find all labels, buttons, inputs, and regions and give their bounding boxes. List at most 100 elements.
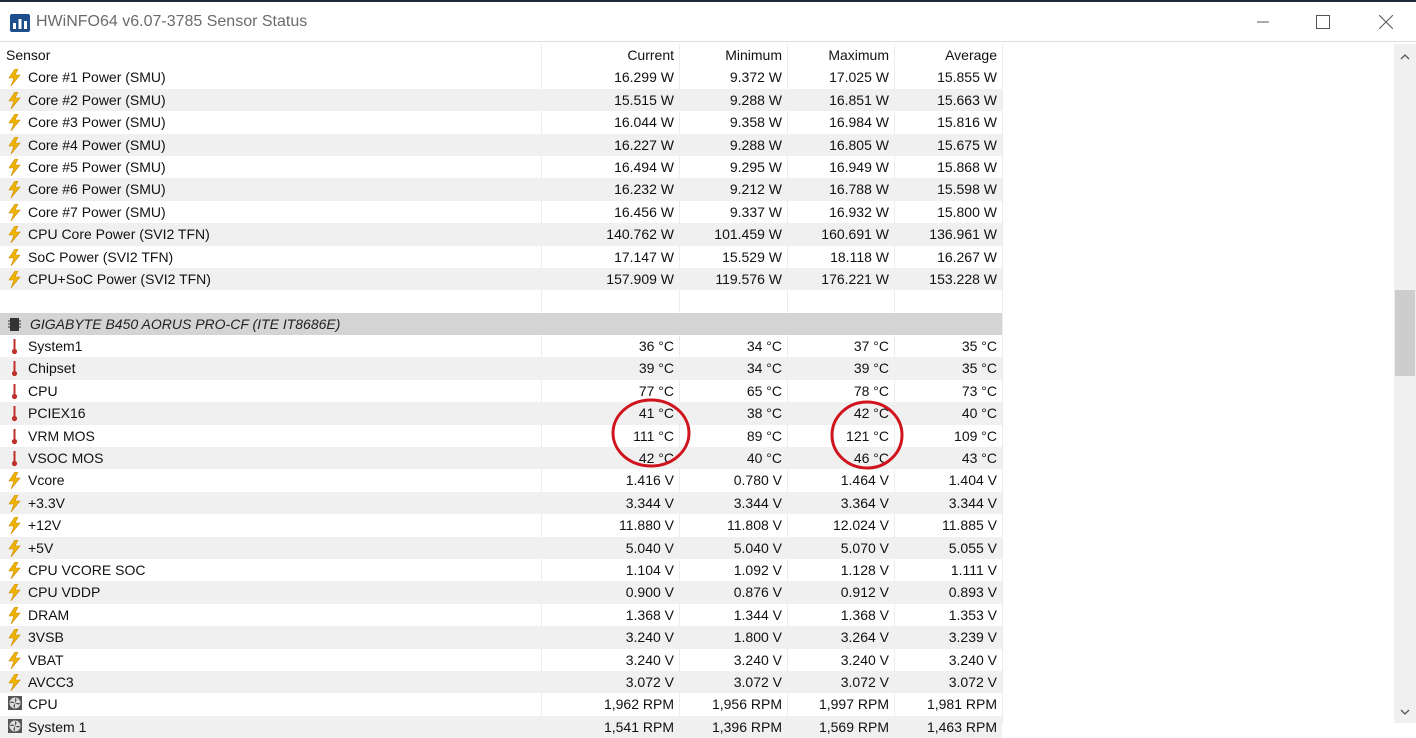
title-bar: HWiNFO64 v6.07-3785 Sensor Status [0, 0, 1416, 42]
minimum-value: 1,956 RPM [711, 696, 782, 713]
maximum-value: 3.072 V [840, 673, 889, 690]
table-row[interactable] [0, 290, 1002, 312]
minimum-value: 34 °C [746, 360, 782, 377]
current-value: 5.040 V [625, 539, 674, 556]
average-value: 40 °C [961, 405, 997, 422]
maximum-value: 1.464 V [840, 472, 889, 489]
vertical-scrollbar[interactable] [1394, 44, 1416, 723]
sensor-name: CPU VCORE SOC [28, 561, 146, 578]
chevron-up-icon [1400, 54, 1410, 60]
sensor-name: System 1 [28, 718, 87, 735]
close-button[interactable] [1363, 2, 1409, 42]
current-value: 16.044 W [614, 114, 674, 131]
current-value: 16.299 W [614, 69, 674, 86]
table-row[interactable]: SoC Power (SVI2 TFN) 17.147 W 15.529 W 18.1… [0, 246, 1002, 268]
title-divider [0, 41, 1416, 42]
minimum-value: 34 °C [746, 338, 782, 355]
table-row[interactable]: 3VSB 3.240 V 1.800 V 3.264 V 3.239 V [0, 626, 1002, 649]
minimum-value: 1.800 V [733, 629, 782, 646]
header-sensor[interactable]: Sensor [6, 47, 50, 63]
maximum-value: 3.264 V [840, 629, 889, 646]
sensor-name: SoC Power (SVI2 TFN) [28, 248, 174, 265]
minimum-value: 9.288 W [729, 91, 782, 108]
table-row[interactable]: Core #4 Power (SMU) 16.227 W 9.288 W 16.805… [0, 133, 1002, 156]
current-value: 140.762 W [606, 226, 674, 243]
sensor-name: CPU [28, 696, 58, 713]
average-value: 16.267 W [937, 248, 997, 265]
average-value: 73 °C [961, 382, 997, 399]
sensor-name: Core #2 Power (SMU) [28, 91, 166, 108]
current-value: 1,541 RPM [603, 718, 674, 735]
power-icon [8, 539, 21, 557]
maximum-value: 1,569 RPM [818, 718, 889, 735]
maximum-value: 18.118 W [830, 248, 889, 265]
table-row[interactable]: System 1 1,541 RPM 1,396 RPM 1,569 RPM 1,463… [0, 715, 1002, 738]
scroll-up-button[interactable] [1394, 48, 1416, 66]
table-row[interactable]: Vcore 1.416 V 0.780 V 1.464 V 1.404 V [0, 469, 1002, 491]
minimum-value: 89 °C [746, 427, 782, 444]
scrollbar-thumb[interactable] [1395, 290, 1415, 376]
header-current[interactable]: Current [546, 47, 674, 63]
current-value: 3.240 V [625, 629, 674, 646]
table-row[interactable]: Core #1 Power (SMU) 16.299 W 9.372 W 17.025… [0, 66, 1002, 88]
table-row[interactable]: CPU VDDP 0.900 V 0.876 V 0.912 V 0.893 V [0, 581, 1002, 604]
header-minimum[interactable]: Minimum [682, 47, 782, 63]
current-value: 3.072 V [625, 673, 674, 690]
table-row[interactable]: +3.3V 3.344 V 3.344 V 3.364 V 3.344 V [0, 491, 1002, 515]
minimum-value: 9.295 W [729, 158, 782, 175]
sensor-name: Core #6 Power (SMU) [28, 181, 166, 198]
thermometer-icon [8, 450, 21, 467]
minimum-value: 5.040 V [733, 539, 782, 556]
table-row[interactable]: CPU+SoC Power (SVI2 TFN) 157.909 W 119.576… [0, 267, 1002, 291]
maximum-value: 16.805 W [829, 136, 889, 153]
table-row[interactable]: +12V 11.880 V 11.808 V 12.024 V 11.885 V [0, 514, 1002, 536]
table-row[interactable]: Core #2 Power (SMU) 15.515 W 9.288 W 16.851… [0, 88, 1002, 112]
current-value: 11.880 V [618, 517, 674, 534]
sensor-name: CPU [28, 382, 58, 399]
sensor-name: VBAT [28, 651, 64, 668]
table-row[interactable]: Core #3 Power (SMU) 16.044 W 9.358 W 16.984… [0, 111, 1002, 133]
table-row[interactable]: Core #5 Power (SMU) 16.494 W 9.295 W 16.949… [0, 156, 1002, 178]
table-row[interactable]: DRAM 1.368 V 1.344 V 1.368 V 1.353 V [0, 604, 1002, 626]
power-icon [8, 69, 21, 87]
average-value: 15.816 W [937, 114, 997, 131]
scroll-down-button[interactable] [1394, 703, 1416, 721]
table-row[interactable]: AVCC3 3.072 V 3.072 V 3.072 V 3.072 V [0, 670, 1002, 694]
annotation-circle-current [611, 398, 691, 468]
current-value: 16.232 W [614, 181, 674, 198]
minimize-button[interactable] [1240, 2, 1286, 42]
maximum-value: 16.984 W [829, 114, 889, 131]
average-value: 5.055 V [948, 539, 997, 556]
minimum-value: 38 °C [746, 405, 782, 422]
maximum-value: 17.025 W [829, 69, 889, 86]
table-row[interactable]: Core #7 Power (SMU) 16.456 W 9.337 W 16.932… [0, 201, 1002, 223]
current-value: 16.227 W [614, 136, 674, 153]
table-row[interactable]: System1 36 °C 34 °C 37 °C 35 °C [0, 335, 1002, 357]
header-maximum[interactable]: Maximum [790, 47, 889, 63]
table-row[interactable]: CPU 1,962 RPM 1,956 RPM 1,997 RPM 1,981 RPM [0, 693, 1002, 715]
sensor-name: System1 [28, 338, 83, 355]
power-icon [8, 91, 21, 109]
table-row[interactable]: Core #6 Power (SMU) 16.232 W 9.212 W 16.788… [0, 178, 1002, 201]
current-value: 39 °C [638, 360, 674, 377]
current-value: 36 °C [638, 338, 674, 355]
power-icon [8, 225, 21, 244]
table-row[interactable]: Chipset 39 °C 34 °C 39 °C 35 °C [0, 357, 1002, 380]
power-icon [8, 270, 21, 289]
current-value: 1.104 V [625, 561, 674, 578]
average-value: 15.663 W [937, 91, 997, 108]
power-icon [8, 158, 21, 177]
sensor-group-header[interactable]: GIGABYTE B450 AORUS PRO-CF (ITE IT8686E) [0, 312, 1002, 336]
current-value: 0.900 V [625, 584, 674, 601]
sensor-name: Core #1 Power (SMU) [28, 69, 166, 86]
maximize-button[interactable] [1300, 2, 1346, 42]
table-row[interactable]: +5V 5.040 V 5.040 V 5.070 V 5.055 V [0, 536, 1002, 559]
maximum-value: 3.240 V [840, 651, 889, 668]
table-row[interactable]: VBAT 3.240 V 3.240 V 3.240 V 3.240 V [0, 649, 1002, 671]
sensor-name: Core #7 Power (SMU) [28, 203, 166, 220]
maximum-value: 39 °C [853, 360, 889, 377]
header-average[interactable]: Average [897, 47, 997, 63]
table-row[interactable]: CPU Core Power (SVI2 TFN) 140.762 W 101.45… [0, 223, 1002, 246]
table-row[interactable]: CPU VCORE SOC 1.104 V 1.092 V 1.128 V 1.111 … [0, 559, 1002, 581]
current-value: 1.368 V [625, 606, 674, 623]
